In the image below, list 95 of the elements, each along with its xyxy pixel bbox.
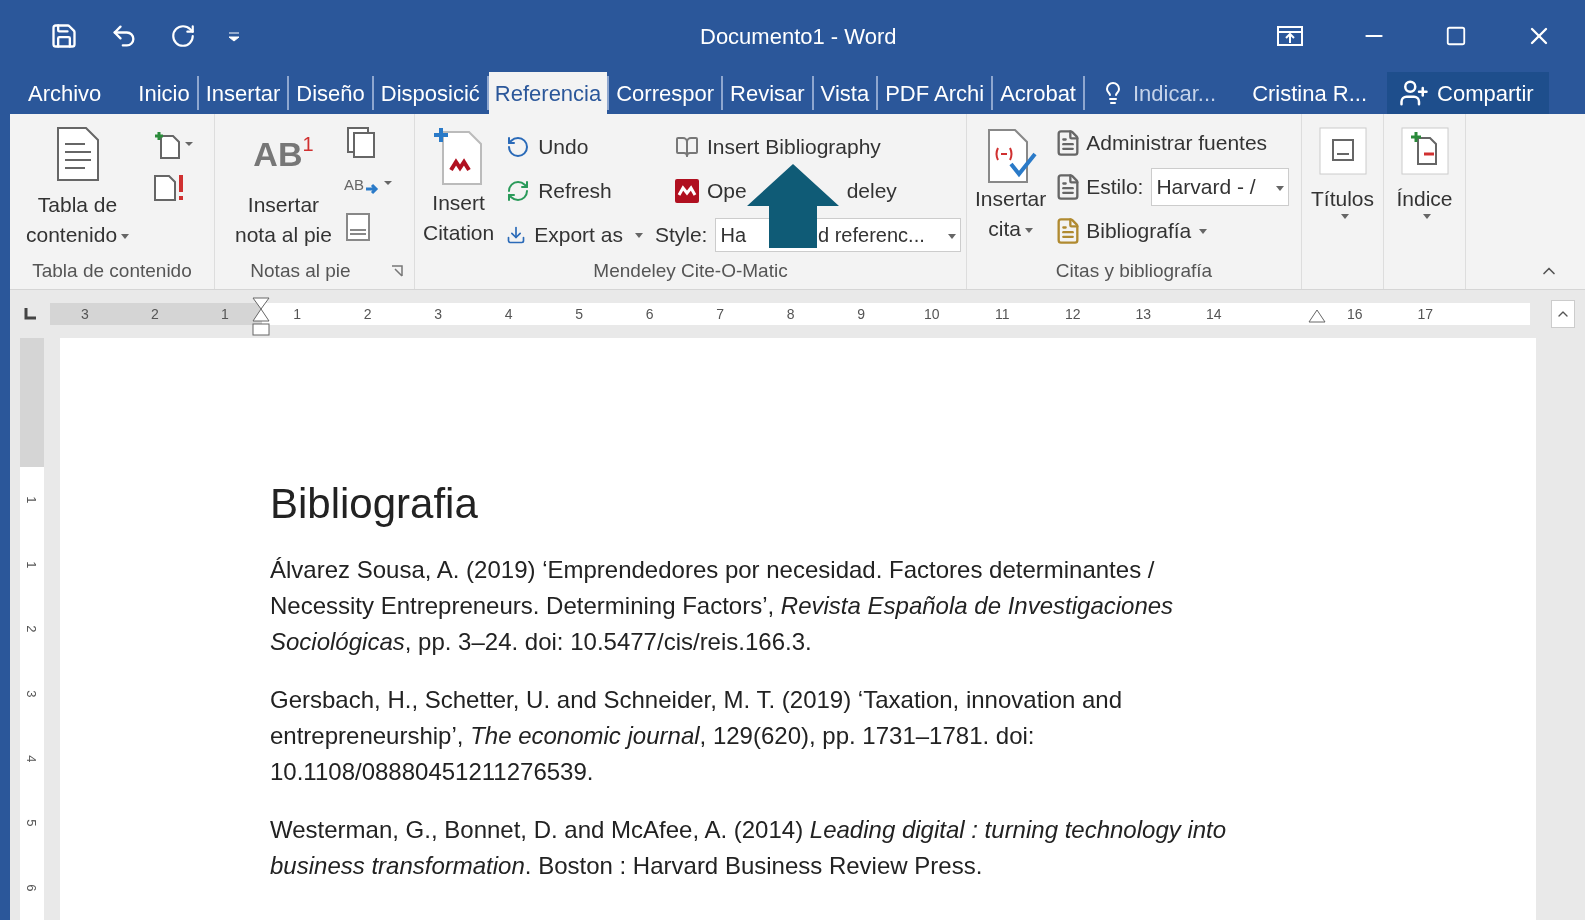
ribbon-tab[interactable]: Vista xyxy=(813,72,877,114)
undo-icon xyxy=(506,135,531,159)
caption-icon xyxy=(1317,126,1368,176)
caret-icon xyxy=(1422,214,1431,219)
ruler-number: 10 xyxy=(923,305,940,322)
ribbon-tab[interactable]: Revisar xyxy=(723,72,812,114)
bibliography-entry: Gersbach, H., Schetter, U. and Schneider, M. T. (2019) ‘Taxation, innovation and entrepreneurship’, The economic journal, 129(620), pp. 1731–1781. doi: 10.1108/08880451211276539. xyxy=(270,685,1124,787)
caret-icon xyxy=(634,232,643,238)
ruler-number: 17 xyxy=(1417,305,1434,322)
ruler-number: 4 xyxy=(504,305,513,322)
open-mendeley-link[interactable]: Ope xyxy=(706,175,747,207)
table-of-contents-button[interactable]: Tabla de contenido xyxy=(26,126,130,250)
redo-icon[interactable] xyxy=(170,23,196,49)
ribbon-tab[interactable]: Archivo xyxy=(10,72,132,114)
ribbon-tab[interactable]: Acrobat xyxy=(993,72,1083,114)
ribbon-tab[interactable]: Diseño xyxy=(289,72,372,114)
mendeley-icon[interactable] xyxy=(674,179,699,203)
ruler-number: 2 xyxy=(363,305,372,322)
show-notes-icon[interactable] xyxy=(343,212,372,242)
index-icon xyxy=(1399,126,1450,176)
caret-icon xyxy=(121,233,130,239)
ruler-number: 12 xyxy=(1064,305,1081,322)
ruler-number: 5 xyxy=(575,305,584,322)
right-indent-marker-icon[interactable] xyxy=(1308,309,1326,323)
ruler-number: 11 xyxy=(994,305,1010,322)
ruler-number: 7 xyxy=(716,305,725,322)
captions-button[interactable]: Títulos xyxy=(1302,114,1384,289)
ruler-number: 13 xyxy=(1135,305,1152,322)
insert-citation-button[interactable]: Insertar cita xyxy=(975,126,1047,248)
open-mendeley-link[interactable]: deley xyxy=(846,175,897,207)
caret-icon xyxy=(1340,214,1349,219)
export-button[interactable]: Export as xyxy=(506,218,643,252)
book-icon xyxy=(674,135,699,159)
ruler-number: 14 xyxy=(1205,305,1222,322)
ruler-number: 3 xyxy=(23,690,41,698)
dialog-launcher-icon[interactable] xyxy=(390,264,403,277)
manage-sources-button[interactable]: Administrar fuentes xyxy=(1054,126,1290,160)
bibliography-entry: Álvarez Sousa, A. (2019) ‘Emprendedores por necesidad. Factores determinantes / Necessity Entrepreneurs. Determining Factors’, Revista Española de Investigaciones Sociológicas, pp. 3–24. doi: 10.5477/cis/reis.166.3. xyxy=(270,555,1175,657)
ruler-number: 6 xyxy=(23,884,41,892)
ruler-number: 3 xyxy=(434,305,443,322)
ruler-number: 2 xyxy=(23,625,41,633)
ruler-number: 9 xyxy=(857,305,866,322)
user-name[interactable]: Cristina R... xyxy=(1232,72,1388,114)
ruler-number: 1 xyxy=(220,304,230,324)
ribbon-tab[interactable]: Disposicić xyxy=(373,72,487,114)
caret-icon xyxy=(1276,186,1285,192)
bibliography-entry: Westerman, G., Bonnet, D. and McAfee, A. (2014) Leading digital : turning technology into business transformation. Boston : Harvard Business Review Press. xyxy=(270,815,1228,881)
ribbon-tab[interactable]: Referencia xyxy=(488,72,608,114)
ribbon-tab[interactable]: Inicio xyxy=(131,72,197,114)
style-dropdown[interactable]: Harvard - / xyxy=(1151,168,1290,206)
ruler-number: 6 xyxy=(645,305,654,322)
indent-marker-icon[interactable] xyxy=(252,297,270,337)
ruler-number: 16 xyxy=(1346,305,1363,322)
ruler-number: 8 xyxy=(786,305,795,322)
bibliography-button[interactable]: Bibliografía xyxy=(1054,214,1290,248)
window-title: Documento1 - Word xyxy=(700,22,897,51)
document-icon xyxy=(54,126,101,182)
insert-citation-button[interactable]: Insert Citation xyxy=(423,126,495,252)
ruler-number: 1 xyxy=(23,560,41,568)
next-footnote-button[interactable]: AB xyxy=(343,170,394,200)
group-label: Citas y bibliografía xyxy=(1054,258,1214,283)
group-label: Notas al pie xyxy=(249,258,351,283)
refresh-icon xyxy=(506,179,531,203)
ribbon-tab[interactable]: Insertar xyxy=(198,72,288,114)
style-label: Style: xyxy=(654,222,708,249)
refresh-button[interactable]: Refresh xyxy=(506,174,643,208)
group-label: Mendeley Cite-O-Matic xyxy=(592,258,789,283)
ribbon-tab[interactable]: Correspor xyxy=(609,72,722,114)
ribbon-tab[interactable]: PDF Archi xyxy=(878,72,992,114)
group-label: Tabla de contenido xyxy=(31,258,193,283)
ribbon-display-icon[interactable] xyxy=(1277,26,1303,46)
document-heading: Bibliografia xyxy=(270,479,479,529)
tell-me-field[interactable]: Indicar... xyxy=(1085,72,1233,114)
caret-icon xyxy=(1199,228,1208,234)
save-icon[interactable] xyxy=(50,22,78,50)
index-button[interactable]: Índice xyxy=(1384,114,1466,289)
export-icon xyxy=(506,225,527,245)
ruler-number: 3 xyxy=(80,304,90,324)
maximize-icon[interactable] xyxy=(1445,25,1467,47)
undo-button[interactable]: Undo xyxy=(506,130,643,164)
ruler-number: 5 xyxy=(23,819,41,827)
share-button[interactable]: Compartir xyxy=(1387,72,1550,114)
tell-me-placeholder: Indicar... xyxy=(1133,79,1217,108)
ruler-number: 4 xyxy=(23,754,41,762)
customize-icon[interactable] xyxy=(228,30,240,42)
insert-bibliography-button[interactable]: Insert Bibliography xyxy=(674,130,962,164)
add-text-icon[interactable] xyxy=(153,130,194,160)
ruler-number: 1 xyxy=(293,305,302,322)
ruler-number: 2 xyxy=(150,304,160,324)
style-label: Estilo: xyxy=(1086,174,1144,201)
caret-icon xyxy=(948,234,957,240)
caret-icon xyxy=(1024,227,1033,233)
tab-stop-icon[interactable] xyxy=(24,308,36,320)
ruler-number: 1 xyxy=(23,496,41,504)
share-icon xyxy=(1399,78,1430,108)
